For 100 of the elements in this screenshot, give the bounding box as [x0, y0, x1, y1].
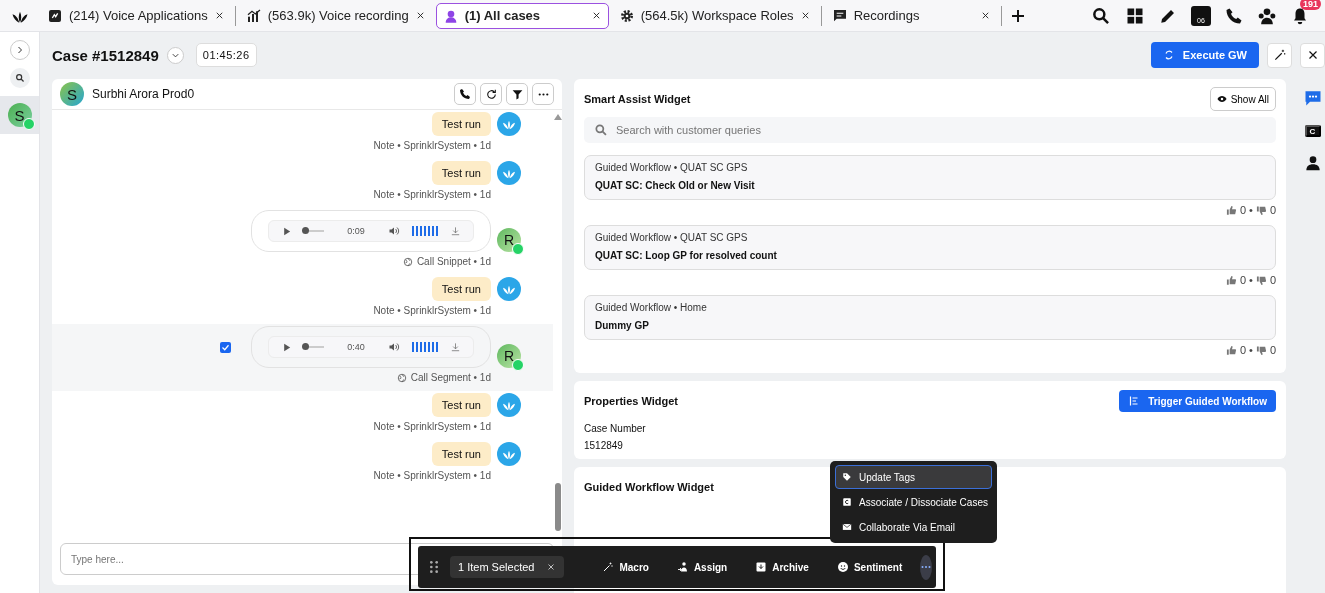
workflow-card[interactable]: Guided Workflow • Home Dummy GP: [584, 295, 1276, 340]
like-button[interactable]: [1225, 204, 1237, 216]
thumb-up-icon: [1225, 204, 1237, 216]
phone-icon: [1225, 6, 1243, 25]
execute-button[interactable]: Execute GW: [1150, 42, 1259, 68]
workflow-card[interactable]: Guided Workflow • QUAT SC GPS QUAT SC: Check Old or New Visit: [584, 155, 1276, 200]
trigger-workflow-button[interactable]: Trigger Guided Workflow: [1119, 390, 1276, 412]
call-button[interactable]: [454, 83, 476, 105]
show-all-button[interactable]: Show All: [1209, 87, 1276, 111]
like-count: 0: [1239, 274, 1246, 286]
dislike-count: 0: [1269, 204, 1276, 216]
contact-name: Surbhi Arora Prod0: [92, 87, 195, 101]
profile-button[interactable]: [1304, 155, 1321, 171]
globe-icon: [402, 256, 413, 267]
download-button[interactable]: [450, 225, 461, 237]
magic-wand-button[interactable]: [1267, 42, 1292, 68]
like-button[interactable]: [1225, 274, 1237, 286]
checkbox[interactable]: [220, 341, 231, 353]
audio-time: 0:40: [346, 342, 366, 352]
volume-button[interactable]: [388, 341, 400, 353]
phone-button[interactable]: [1225, 6, 1243, 25]
workflow-meta: Guided Workflow • QUAT SC GPS: [595, 162, 749, 173]
menu-item[interactable]: Collaborate Via Email: [835, 515, 992, 539]
play-icon: [281, 341, 292, 353]
vote-separator: •: [1249, 204, 1253, 216]
dislike-count: 0: [1269, 344, 1276, 356]
dislike-button[interactable]: [1255, 344, 1267, 356]
close-button[interactable]: [1300, 42, 1325, 68]
action-button[interactable]: Assign: [666, 561, 738, 573]
message-meta: Note • SprinklrSystem • 1d: [373, 305, 491, 316]
play-button[interactable]: [281, 225, 292, 237]
workflow-meta: Guided Workflow • QUAT SC GPS: [595, 232, 749, 243]
play-button[interactable]: [281, 341, 292, 353]
like-count: 0: [1239, 204, 1246, 216]
message-meta: Note • SprinklrSystem • 1d: [373, 470, 491, 481]
cases-button[interactable]: C: [1304, 125, 1321, 137]
message-meta: Note • SprinklrSystem • 1d: [373, 140, 491, 151]
bar-chart-icon: [245, 7, 262, 24]
globe-icon: [396, 372, 407, 383]
thumb-up-icon: [1225, 344, 1237, 356]
note-bubble: Test run: [431, 277, 491, 301]
speaker-icon: [388, 341, 400, 353]
workflow-card[interactable]: Guided Workflow • QUAT SC GPS QUAT SC: Loop GP for resolved count: [584, 225, 1276, 270]
dislike-count: 0: [1269, 274, 1276, 286]
more-actions-button[interactable]: [920, 554, 933, 580]
filter-button[interactable]: [506, 83, 528, 105]
person-icon: [1304, 155, 1321, 171]
thumb-down-icon: [1255, 204, 1267, 216]
dislike-button[interactable]: [1255, 274, 1267, 286]
caller-avatar: R: [497, 344, 521, 368]
person-arrow-icon: [676, 561, 689, 573]
vote-separator: •: [1249, 274, 1253, 286]
menu-item[interactable]: Update Tags: [835, 465, 992, 489]
search-button[interactable]: [1091, 5, 1111, 26]
wand-icon: [1272, 48, 1287, 62]
search-field[interactable]: Search with customer queries: [584, 117, 1276, 143]
download-button[interactable]: [450, 341, 461, 353]
browser-tab[interactable]: (214) Voice Applications: [40, 2, 232, 29]
audio-time: 0:09: [346, 226, 366, 236]
square-c-icon: [842, 497, 852, 507]
smiley-icon: [836, 561, 849, 573]
refresh-icon: [484, 87, 498, 101]
thumb-down-icon: [1255, 344, 1267, 356]
menu-item[interactable]: Associate / Dissociate Cases: [835, 490, 992, 514]
selection-count: 1 Item Selected: [458, 561, 535, 573]
workflow-meta: Guided Workflow • Home: [595, 302, 708, 313]
workflow-title: QUAT SC: Check Old or New Visit: [595, 180, 756, 191]
dislike-button[interactable]: [1255, 204, 1267, 216]
search-icon: [594, 123, 608, 137]
message-meta: Call Segment • 1d: [410, 372, 491, 383]
note-bubble: Test run: [431, 161, 491, 185]
play-icon: [281, 225, 292, 237]
like-button[interactable]: [1225, 344, 1237, 356]
widget-title: Guided Workflow Widget: [584, 481, 714, 493]
volume-button[interactable]: [388, 225, 400, 237]
action-button[interactable]: Sentiment: [826, 561, 913, 573]
note-bubble: Test run: [431, 393, 491, 417]
volume-bars[interactable]: [412, 226, 438, 236]
message-meta: Note • SprinklrSystem • 1d: [373, 421, 491, 432]
expand-button[interactable]: [9, 40, 30, 60]
download-icon: [450, 225, 461, 237]
refresh-button[interactable]: [480, 83, 502, 105]
wand-icon: [602, 561, 615, 573]
settings-icon: [618, 7, 635, 24]
action-button[interactable]: Archive: [745, 561, 819, 573]
phone-icon: [459, 88, 471, 100]
chat-button[interactable]: [1303, 89, 1322, 107]
case-timer: 01:45:26: [195, 43, 257, 67]
search-button[interactable]: [9, 68, 30, 88]
like-count: 0: [1239, 344, 1246, 356]
clear-selection-button[interactable]: [546, 562, 557, 572]
action-button[interactable]: Macro: [592, 561, 659, 573]
browser-tab[interactable]: Recordings: [824, 2, 998, 29]
conversation-tab[interactable]: S: [0, 96, 39, 134]
notifications-button[interactable]: [1291, 6, 1309, 25]
browser-tab[interactable]: (1) All cases: [435, 2, 609, 29]
volume-bars[interactable]: [412, 342, 438, 352]
browser-tab[interactable]: (564.5k) Workspace Roles: [611, 2, 818, 29]
envelope-icon: [842, 522, 852, 532]
browser-tab[interactable]: (563.9k) Voice recording: [238, 2, 433, 29]
